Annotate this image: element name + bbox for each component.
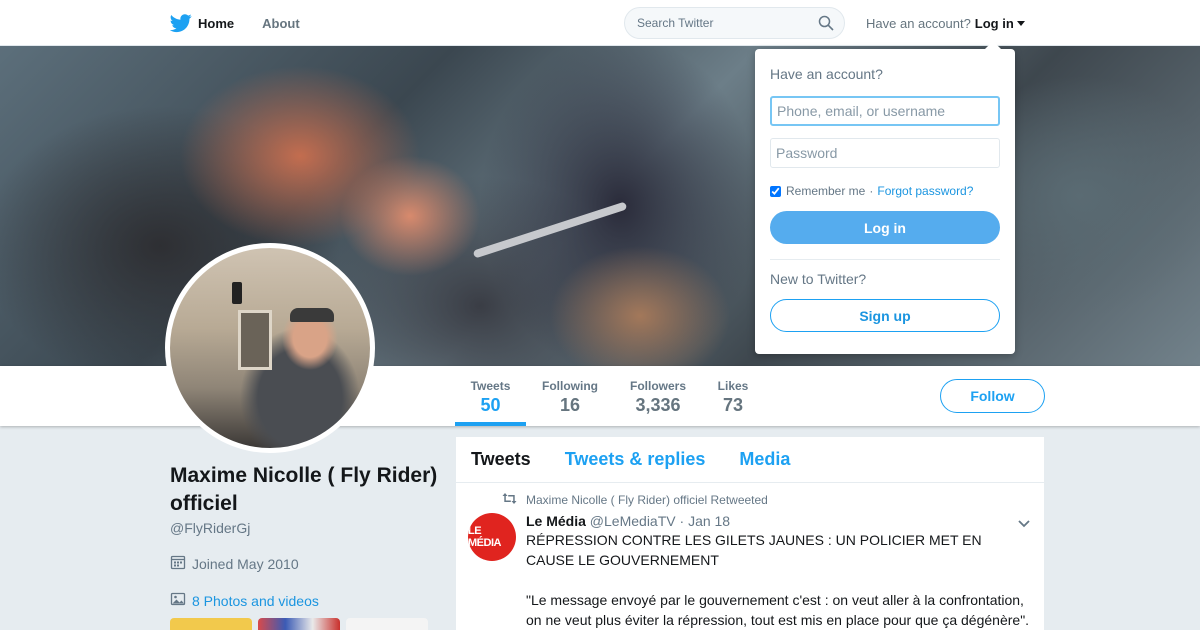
new-to-twitter-label: New to Twitter?: [770, 271, 867, 287]
tab-tweets[interactable]: Tweets: [471, 449, 531, 470]
login-button[interactable]: Log in: [770, 211, 1000, 244]
username-field[interactable]: [770, 96, 1000, 126]
calendar-icon: [170, 554, 192, 573]
search-input[interactable]: [625, 8, 805, 38]
nav-about-link[interactable]: About: [262, 0, 300, 46]
stat-value: 3,336: [635, 395, 681, 415]
stat-value: 73: [722, 395, 744, 415]
tab-media[interactable]: Media: [739, 449, 790, 470]
media-thumbnail[interactable]: [346, 618, 428, 630]
retweet-label: Maxime Nicolle ( Fly Rider) officiel Ret…: [526, 493, 768, 507]
timeline: Tweets Tweets & replies Media Maxime Nic…: [456, 437, 1044, 630]
tweet-date[interactable]: Jan 18: [688, 513, 730, 529]
login-dropdown: Have an account? Remember me · Forgot pa…: [755, 41, 1015, 354]
profile-handle[interactable]: @FlyRiderGj: [170, 520, 440, 536]
avatar-detail: [238, 310, 272, 370]
remember-me-label[interactable]: Remember me: [786, 184, 865, 198]
avatar-detail: [232, 282, 242, 304]
banner-detail: [472, 201, 628, 259]
remember-separator: ·: [869, 184, 874, 198]
tweet-author-handle[interactable]: @LeMediaTV: [590, 513, 676, 529]
have-account-label: Have an account?: [866, 15, 971, 31]
stat-label: Followers: [629, 379, 686, 393]
profile-avatar[interactable]: [165, 243, 375, 453]
stat-followers[interactable]: Followers 3,336: [624, 366, 692, 426]
tweet-text: RÉPRESSION CONTRE LES GILETS JAUNES : UN…: [526, 532, 1030, 628]
media-thumbnail[interactable]: [258, 618, 340, 630]
profile-name[interactable]: Maxime Nicolle ( Fly Rider) officiel: [170, 462, 440, 518]
stat-label: Tweets: [470, 379, 511, 393]
media-thumbnails: [170, 618, 440, 630]
divider: [770, 259, 1000, 260]
joined-label: Joined May 2010: [192, 555, 299, 572]
joined-date: Joined May 2010: [170, 554, 440, 573]
twitter-bird-icon[interactable]: [170, 12, 192, 34]
nav-home-link[interactable]: Home: [198, 0, 234, 46]
profile-card: Maxime Nicolle ( Fly Rider) officiel @Fl…: [170, 462, 440, 630]
stat-following[interactable]: Following 16: [536, 366, 604, 426]
stat-label: Likes: [717, 379, 749, 393]
stat-label: Following: [542, 379, 598, 393]
tweet-author-name[interactable]: Le Média: [526, 513, 586, 529]
remember-me-checkbox[interactable]: [770, 185, 781, 197]
stat-likes[interactable]: Likes 73: [710, 366, 756, 426]
top-nav: Home About Have an account? Log in: [0, 0, 1200, 46]
photos-videos-link[interactable]: 8 Photos and videos: [170, 591, 440, 610]
stat-value: 16: [559, 395, 581, 415]
login-menu-trigger[interactable]: Have an account? Log in: [866, 0, 1025, 46]
caret-down-icon[interactable]: [1016, 20, 1025, 26]
chevron-down-icon[interactable]: [1018, 515, 1030, 528]
password-field[interactable]: [770, 138, 1000, 168]
tab-tweets-replies[interactable]: Tweets & replies: [565, 449, 706, 470]
tweet-separator: ·: [679, 513, 685, 529]
remember-row: Remember me · Forgot password?: [770, 184, 1000, 198]
stat-value: 50: [480, 395, 501, 415]
login-dropdown-title: Have an account?: [770, 66, 883, 82]
tweet-header: Le Média @LeMediaTV · Jan 18: [526, 513, 1030, 529]
nav-left: Home About: [170, 0, 328, 46]
retweet-context: Maxime Nicolle ( Fly Rider) officiel Ret…: [502, 492, 1030, 508]
tweet[interactable]: Maxime Nicolle ( Fly Rider) officiel Ret…: [456, 483, 1044, 630]
media-thumbnail[interactable]: [170, 618, 252, 630]
search-icon[interactable]: [818, 15, 834, 31]
timeline-tabs: Tweets Tweets & replies Media: [456, 437, 1044, 483]
photo-icon: [170, 591, 192, 610]
tweet-author-avatar[interactable]: LE MÉDIA: [468, 513, 516, 561]
search-box: [624, 7, 845, 39]
forgot-password-link[interactable]: Forgot password?: [877, 184, 973, 198]
stat-tweets[interactable]: Tweets 50: [455, 366, 526, 426]
login-link[interactable]: Log in: [975, 16, 1014, 31]
follow-button[interactable]: Follow: [940, 379, 1045, 413]
avatar-logo-text: LE MÉDIA: [468, 525, 501, 549]
retweet-icon: [502, 492, 526, 508]
photos-videos-label[interactable]: 8 Photos and videos: [192, 593, 319, 609]
avatar-detail: [290, 308, 334, 322]
signup-button[interactable]: Sign up: [770, 299, 1000, 332]
